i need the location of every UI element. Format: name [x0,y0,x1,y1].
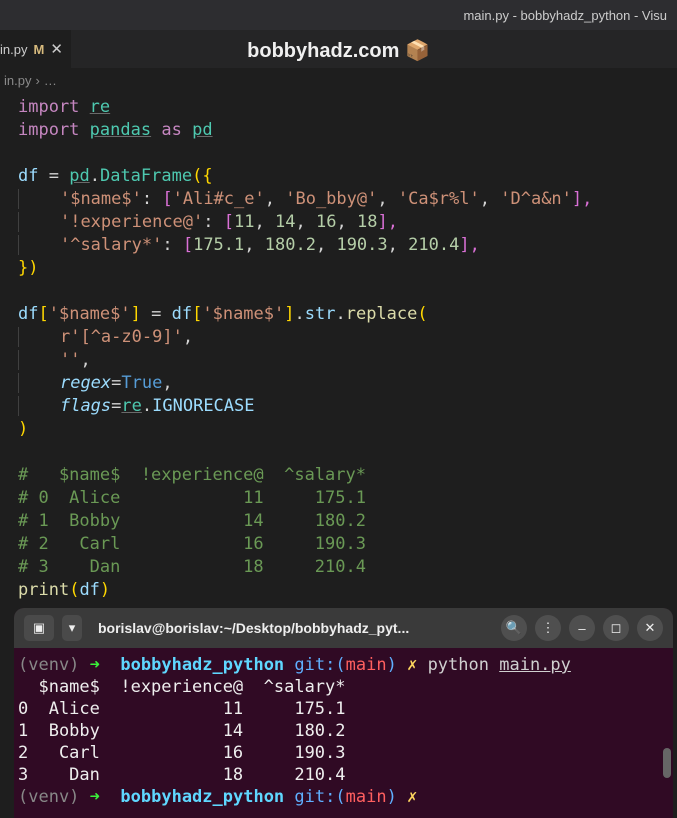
terminal-output: 1 Bobby 14 180.2 [18,721,346,741]
var-df: df [18,166,38,186]
terminal-scrollbar[interactable] [663,748,671,778]
comment-line: # $name$ !experience@ ^salary* [18,465,366,485]
terminal-output: $name$ !experience@ ^salary* [18,677,346,697]
banner: bobbyhadz.com 📦 [0,38,677,63]
terminal-new-tab-button[interactable]: ▣ [24,615,54,641]
search-icon[interactable]: 🔍 [501,615,527,641]
window-title: main.py - bobbyhadz_python - Visu [463,8,667,23]
tab-bar: in.py M ✕ bobbyhadz.com 📦 [0,30,677,68]
terminal-title: borislav@borislav:~/Desktop/bobbyhadz_py… [90,620,493,636]
module-re: re [90,97,110,117]
title-bar: main.py - bobbyhadz_python - Visu [0,0,677,30]
terminal-output: 0 Alice 11 175.1 [18,699,346,719]
terminal-output: 2 Carl 16 190.3 [18,743,346,763]
terminal-dropdown-button[interactable]: ▾ [62,615,82,641]
breadcrumb-more[interactable]: … [44,73,57,88]
class-dataframe: DataFrame [100,166,192,186]
ref-pd: pd [69,166,89,186]
breadcrumb[interactable]: in.py › … [0,68,677,92]
comment-line: # 2 Carl 16 190.3 [18,534,366,554]
module-pandas: pandas [90,120,151,140]
breadcrumb-file[interactable]: in.py [4,73,31,88]
menu-icon[interactable]: ⋮ [535,615,561,641]
comment-line: # 3 Dan 18 210.4 [18,557,366,577]
maximize-icon[interactable]: ◻ [603,615,629,641]
code-editor[interactable]: import re import pandas as pd df = pd.Da… [0,92,677,606]
terminal-titlebar[interactable]: ▣ ▾ borislav@borislav:~/Desktop/bobbyhad… [14,608,673,648]
terminal-window: ▣ ▾ borislav@borislav:~/Desktop/bobbyhad… [14,608,673,818]
keyword-as: as [161,120,181,140]
fn-print: print [18,580,69,600]
terminal-body[interactable]: (venv) ➜ bobbyhadz_python git:(main) ✗ p… [14,648,673,814]
keyword-import: import [18,120,79,140]
terminal-output: 3 Dan 18 210.4 [18,765,346,785]
keyword-import: import [18,97,79,117]
comment-line: # 0 Alice 11 175.1 [18,488,366,508]
close-icon[interactable]: ✕ [637,615,663,641]
chevron-right-icon: › [35,73,39,88]
box-icon: 📦 [405,40,430,62]
alias-pd: pd [192,120,212,140]
minimize-icon[interactable]: – [569,615,595,641]
comment-line: # 1 Bobby 14 180.2 [18,511,366,531]
banner-text: bobbyhadz.com [247,40,399,62]
